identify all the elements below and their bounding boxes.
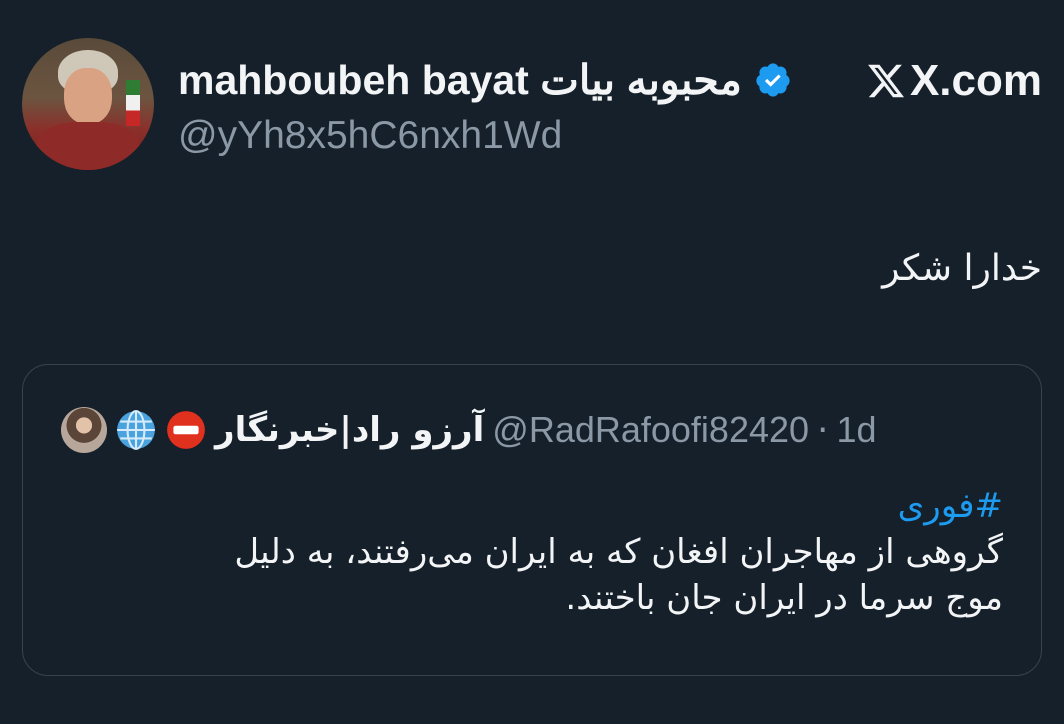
- avatar-face: [64, 68, 112, 124]
- quoted-author-avatar[interactable]: [61, 407, 107, 453]
- author-name-row: mahboubeh bayat محبوبه بیات: [178, 56, 792, 104]
- brand-text: X.com: [909, 56, 1042, 105]
- quoted-tweet-body: #فوری گروهی از مهاجران افغان که به ایران…: [63, 483, 1003, 621]
- author-name[interactable]: mahboubeh bayat محبوبه بیات: [178, 56, 742, 104]
- author-handle[interactable]: @yYh8x5hC6nxh1Wd: [178, 114, 562, 158]
- verified-badge-icon: [756, 63, 790, 97]
- quoted-tweet-card[interactable]: آرزو راد|خبرنگار @RadRafoofi82420 · 1d #…: [22, 364, 1042, 676]
- tweet-header: mahboubeh bayat محبوبه بیات @yYh8x5hC6nx…: [22, 38, 1042, 170]
- quoted-author-name[interactable]: آرزو راد|خبرنگار: [215, 410, 484, 450]
- quoted-text-line-1: گروهی از مهاجران افغان که به ایران می‌رف…: [234, 532, 1003, 572]
- hashtag-link[interactable]: #فوری: [63, 483, 1003, 529]
- quoted-tweet-header: آرزو راد|خبرنگار @RadRafoofi82420 · 1d: [61, 405, 877, 455]
- quoted-timestamp[interactable]: 1d: [837, 409, 877, 451]
- avatar-flag: [126, 80, 140, 126]
- quoted-text-line-2: موج سرما در ایران جان باختند.: [565, 578, 1003, 618]
- quoted-author-handle[interactable]: @RadRafoofi82420: [492, 409, 809, 451]
- tweet-text: خدارا شکر: [882, 248, 1042, 289]
- no-entry-icon: [167, 411, 205, 449]
- separator-dot: ·: [817, 409, 829, 451]
- avatar-body: [36, 122, 140, 170]
- x-logo-icon: [868, 64, 904, 98]
- globe-icon: [117, 410, 155, 450]
- brand-logo: X.com: [866, 56, 1042, 106]
- author-avatar[interactable]: [22, 38, 154, 170]
